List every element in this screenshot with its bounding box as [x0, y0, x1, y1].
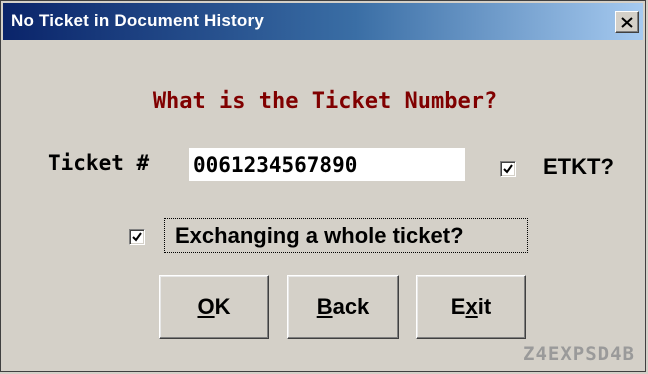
close-button[interactable]: [615, 11, 639, 33]
ok-mnemonic: O: [197, 294, 215, 319]
back-mnemonic: B: [316, 294, 333, 319]
back-button[interactable]: Back: [287, 275, 399, 339]
title-bar[interactable]: No Ticket in Document History: [3, 3, 643, 40]
exit-label-pre: E: [450, 294, 466, 319]
exchange-whole-ticket-checkbox[interactable]: [129, 229, 145, 245]
screen-code: Z4EXPSD4B: [523, 343, 635, 365]
window-title: No Ticket in Document History: [11, 11, 264, 30]
ok-button[interactable]: OK: [159, 275, 269, 339]
exchange-whole-ticket-label[interactable]: Exchanging a whole ticket?: [164, 218, 528, 253]
exit-button[interactable]: Ex it: [416, 275, 526, 339]
checkmark-icon: [503, 164, 513, 174]
back-label-rest: ack: [332, 294, 370, 319]
dialog-window: No Ticket in Document History What is th…: [0, 0, 646, 372]
close-icon: [621, 16, 633, 28]
etkt-label[interactable]: ETKT?: [543, 154, 614, 180]
exit-label-rest: it: [477, 294, 492, 319]
etkt-checkbox[interactable]: [500, 161, 516, 177]
exit-mnemonic: x: [465, 294, 478, 319]
ticket-number-input[interactable]: [189, 148, 465, 181]
ticket-number-label: Ticket #: [48, 151, 150, 175]
checkmark-icon: [132, 232, 142, 242]
ok-label-rest: K: [214, 294, 231, 319]
ticket-question: What is the Ticket Number?: [152, 89, 498, 114]
